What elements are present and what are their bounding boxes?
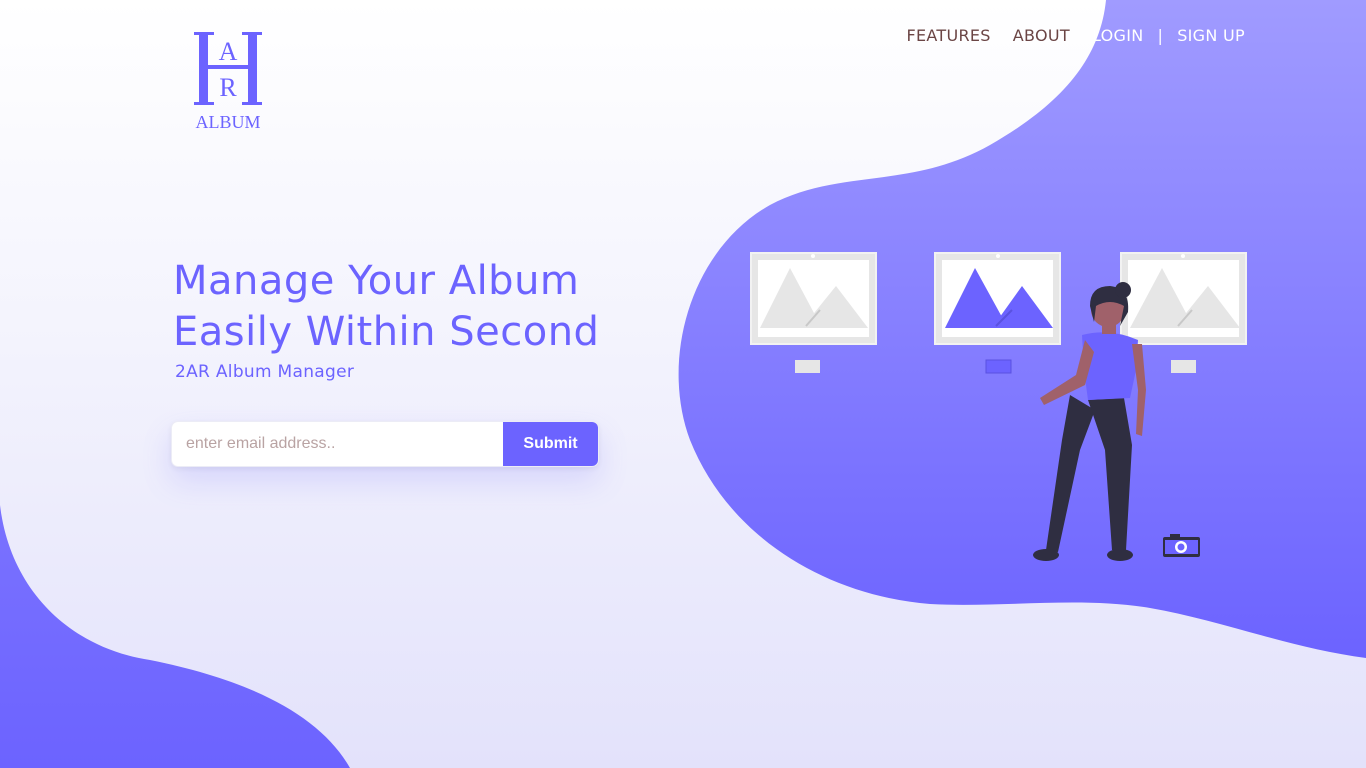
left-blob [0,505,350,768]
hero-title: Manage Your Album Easily Within Second [173,258,600,355]
camera-icon [1163,534,1200,557]
email-input[interactable] [172,422,503,466]
logo-letter-a: A [219,37,238,66]
email-signup-form: Submit [171,421,599,467]
logo-text: ALBUM [195,112,260,132]
nav-signup-link[interactable]: SIGN UP [1177,26,1245,45]
nav-login-link[interactable]: LOGIN [1092,26,1144,45]
nav-about-link[interactable]: ABOUT [1013,26,1070,45]
logo-letter-r: R [219,73,237,102]
picture-frame-left [750,252,877,373]
main-nav: FEATURES ABOUT LOGIN | SIGN UP [906,26,1245,45]
logo[interactable]: A R ALBUM [186,28,270,132]
nav-features-link[interactable]: FEATURES [906,26,990,45]
picture-frame-center [934,252,1061,374]
submit-button[interactable]: Submit [503,422,598,466]
gallery-illustration [750,252,1247,561]
hero-subtitle: 2AR Album Manager [175,362,355,382]
nav-separator: | [1157,26,1164,45]
